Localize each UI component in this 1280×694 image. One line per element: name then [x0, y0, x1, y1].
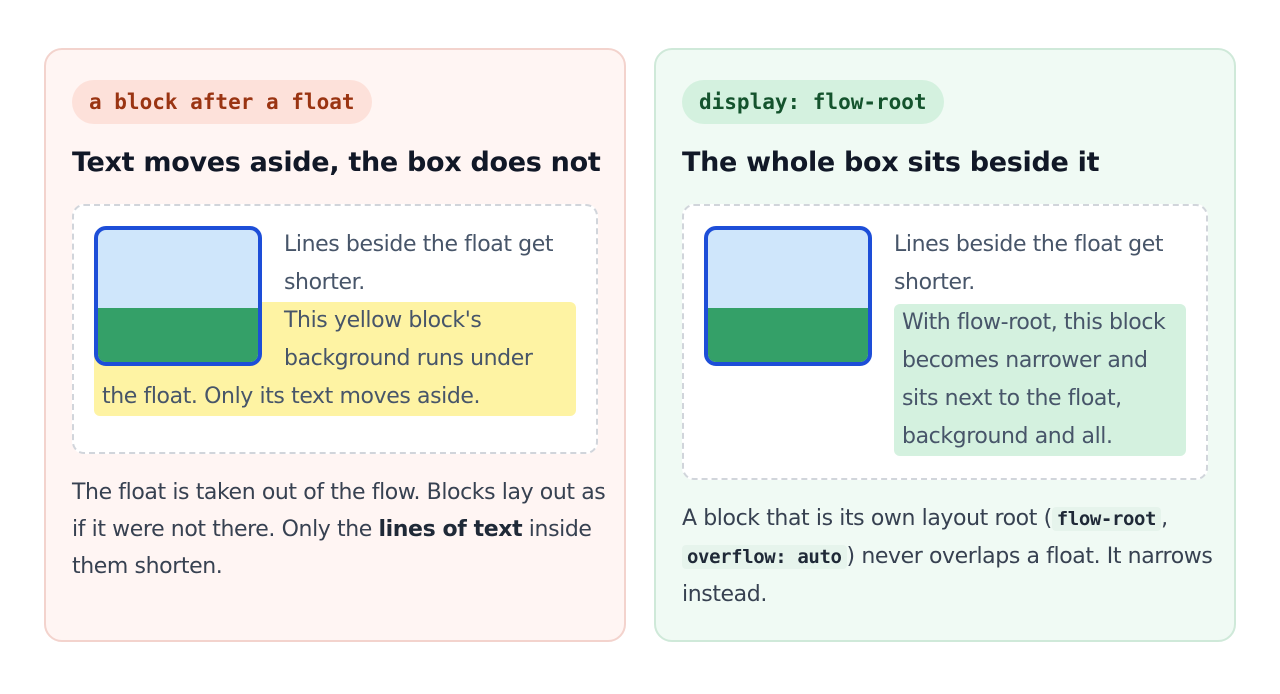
flow-root-block: With flow-root, this block becomes narro…: [894, 304, 1186, 456]
footer-bold: lines of text: [378, 517, 523, 542]
flow-root-card: display: flow-root The whole box sits be…: [654, 48, 1236, 642]
footer-text-1: A block that is its own layout root (: [682, 506, 1052, 531]
code-overflow-auto: overflow: auto: [682, 545, 847, 569]
badge-display-flow-root: display: flow-root: [682, 80, 944, 124]
landscape-icon: [704, 226, 872, 366]
card-heading: The whole box sits beside it: [682, 147, 1100, 178]
landscape-ground: [708, 308, 868, 362]
landscape-icon: [94, 226, 262, 366]
card-footer: A block that is its own layout root (flo…: [682, 500, 1222, 613]
demo-box: Lines beside the float get shorter. This…: [72, 204, 598, 454]
code-flow-root: flow-root: [1051, 507, 1162, 531]
demo-box: Lines beside the float get shorter. With…: [682, 204, 1208, 480]
float-overlap-card: a block after a float Text moves aside, …: [44, 48, 626, 642]
page: a block after a float Text moves aside, …: [0, 0, 1280, 694]
card-heading: Text moves aside, the box does not: [72, 147, 601, 178]
card-footer: The float is taken out of the flow. Bloc…: [72, 474, 612, 585]
landscape-ground: [98, 308, 258, 362]
badge-block-after-float: a block after a float: [72, 80, 372, 124]
footer-separator: ,: [1161, 506, 1168, 531]
